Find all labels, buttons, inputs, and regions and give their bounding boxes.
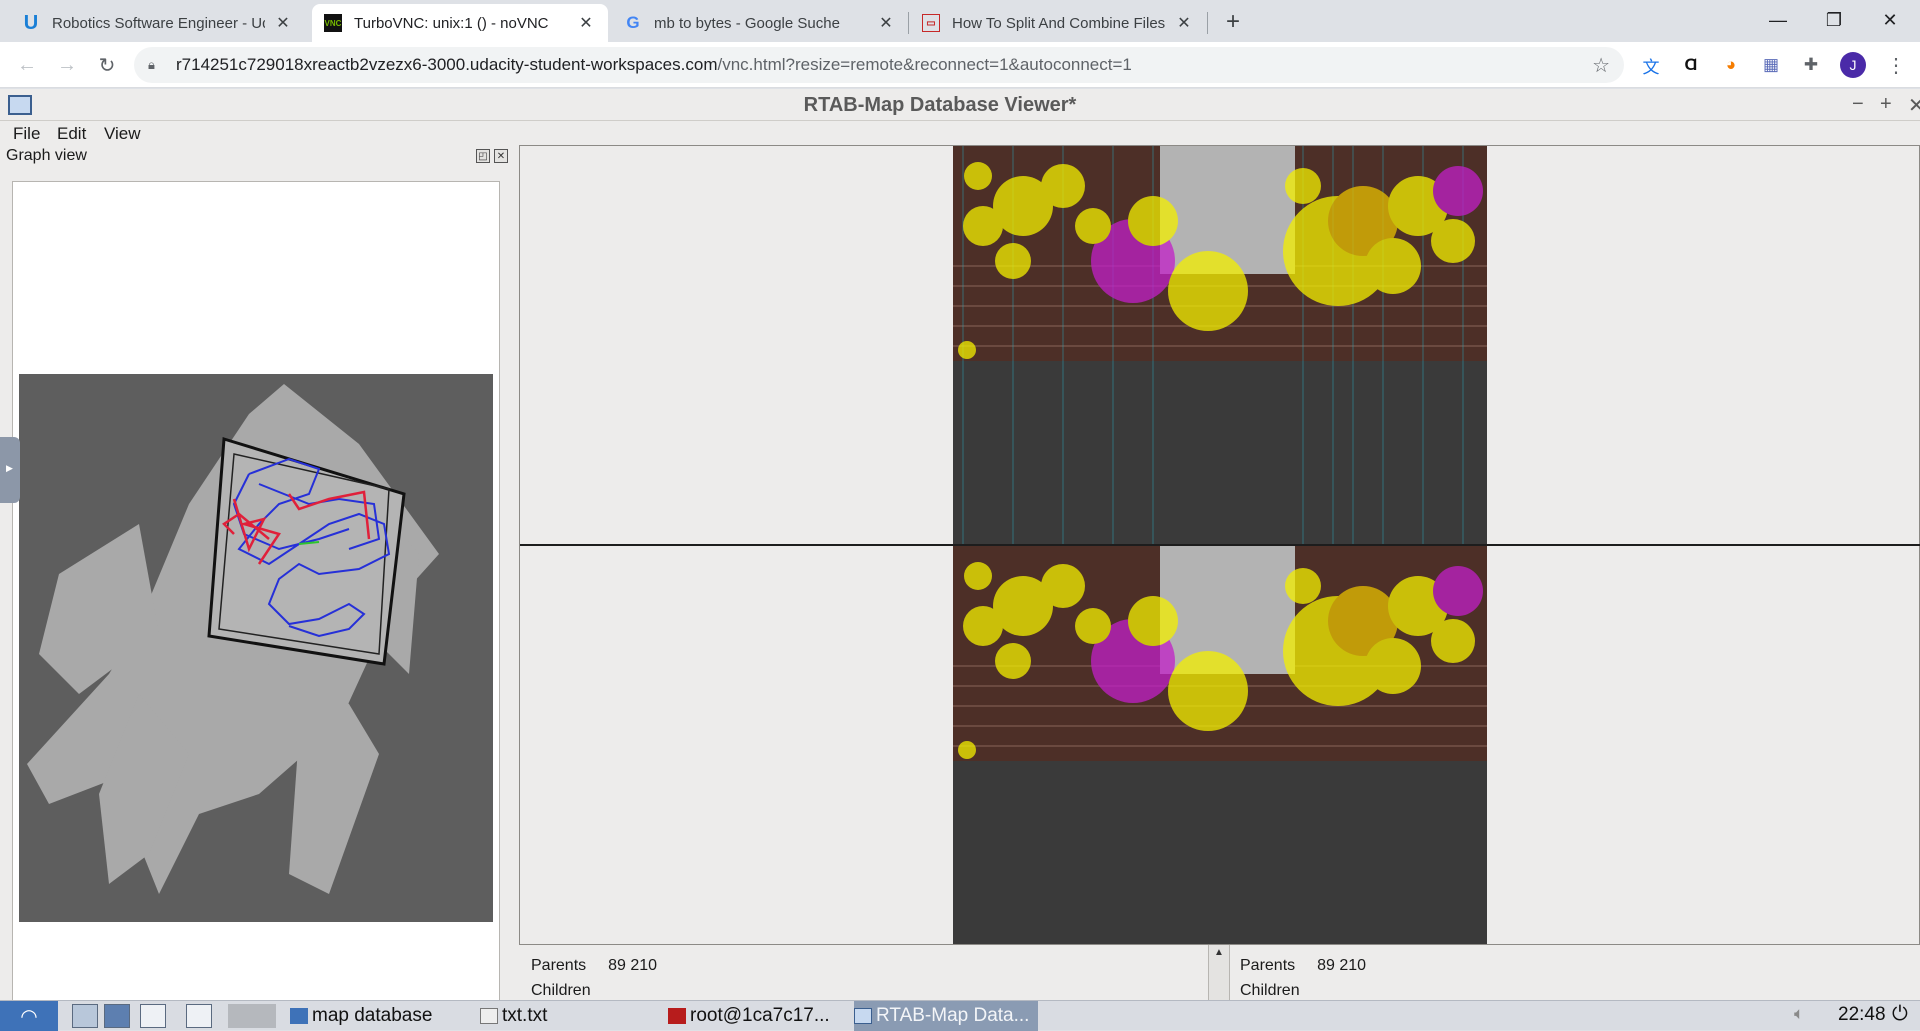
app-close-icon[interactable]: ✕ [1908, 93, 1920, 118]
tab-title: Robotics Software Engineer - Uda [52, 14, 265, 32]
graph-view-title: Graph view [6, 147, 87, 164]
parents-value: 89 210 [608, 957, 658, 974]
udacity-icon: U [23, 11, 39, 34]
task-label: txt.txt [502, 1005, 548, 1026]
vnc-viewport[interactable]: RTAB-Map Database Viewer* − + ✕ File Edi… [0, 89, 1920, 1030]
extensions-puzzle-icon[interactable]: ✚ [1798, 52, 1824, 78]
menu-edit[interactable]: Edit [57, 124, 86, 144]
graph-map-drawing [27, 384, 439, 894]
task-label: map database [312, 1005, 433, 1026]
tab-split-files[interactable]: ▭ How To Split And Combine Files F ✕ [910, 4, 1206, 42]
tab-separator [908, 12, 909, 34]
folder-icon [290, 1008, 308, 1024]
bookmark-star-icon[interactable]: ☆ [1592, 53, 1610, 78]
close-tab-icon[interactable]: ✕ [1174, 13, 1194, 33]
reload-button[interactable]: ↻ [92, 50, 122, 80]
children-left: Children [531, 982, 591, 999]
task-txt-file[interactable]: txt.txt [480, 1001, 640, 1031]
browser-menu-icon[interactable]: ⋮ [1884, 50, 1908, 80]
profile-avatar[interactable]: J [1840, 52, 1866, 78]
restore-window-icon[interactable]: ❐ [1806, 0, 1862, 40]
menu-view[interactable]: View [104, 124, 141, 144]
app-window-icon [854, 1008, 872, 1024]
address-bar[interactable]: 🔒︎ r714251c729018xreactb2vzezx6-3000.uda… [134, 47, 1624, 83]
google-translate-icon[interactable]: 文 [1638, 52, 1664, 78]
vnc-icon: VNC [324, 14, 342, 32]
feature-image-top[interactable] [953, 146, 1487, 544]
app-title-bar: RTAB-Map Database Viewer* − + ✕ [0, 89, 1920, 121]
volume-icon[interactable]: 🔈︎ [1794, 1004, 1804, 1024]
extension-d-icon[interactable]: Ɑ [1678, 52, 1704, 78]
parents-right: Parents 89 210 [1240, 957, 1366, 975]
desktop-pager[interactable] [228, 1004, 276, 1028]
terminal-launcher-icon[interactable] [140, 1004, 166, 1028]
terminal-icon [668, 1008, 686, 1024]
app-maximize-icon[interactable]: + [1880, 93, 1892, 116]
parents-label: Parents [531, 957, 587, 974]
parents-left: Parents 89 210 [531, 957, 657, 975]
side-panel-handle[interactable]: ▶ [0, 437, 20, 503]
feature-image-area[interactable] [519, 145, 1920, 945]
url-path: /vnc.html?resize=remote&reconnect=1&auto… [717, 55, 1132, 74]
tab-udacity[interactable]: U Robotics Software Engineer - Uda ✕ [10, 4, 305, 42]
app-menu-bar: File Edit View [0, 121, 1920, 145]
tab-separator [1207, 12, 1208, 34]
dock-close-icon[interactable]: ✕ [494, 149, 508, 163]
tab-title: How To Split And Combine Files F [952, 14, 1166, 32]
browser-toolbar: ← → ↻ 🔒︎ r714251c729018xreactb2vzezx6-30… [0, 42, 1920, 88]
text-file-icon [480, 1008, 498, 1024]
tab-title: TurboVNC: unix:1 () - noVNC [354, 14, 549, 32]
new-tab-button[interactable]: + [1218, 7, 1248, 37]
task-label: RTAB-Map Data... [876, 1005, 1030, 1026]
children-right: Children [1240, 982, 1300, 999]
close-tab-icon[interactable]: ✕ [273, 13, 293, 33]
app-title: RTAB-Map Database Viewer* [803, 94, 1077, 116]
scroll-up-arrow-icon[interactable]: ▲ [1214, 947, 1224, 958]
tab-title: mb to bytes - Google Suche [654, 14, 840, 32]
close-window-icon[interactable]: ✕ [1862, 0, 1918, 40]
feature-image-bottom-drawing [953, 546, 1487, 761]
task-label: root@1ca7c17... [690, 1005, 830, 1026]
task-rtabmap[interactable]: RTAB-Map Data... [854, 1001, 1038, 1031]
parents-label: Parents [1240, 957, 1296, 974]
lock-icon[interactable]: 🔒︎ [148, 57, 162, 73]
google-icon: G [626, 13, 640, 32]
network-icon[interactable] [104, 1004, 130, 1028]
occupancy-grid-map[interactable] [19, 374, 493, 922]
extension-orange-icon[interactable]: ◕ [1718, 52, 1744, 78]
website-icon: ▭ [922, 14, 940, 32]
power-icon[interactable]: ⏻ [1892, 1003, 1908, 1026]
url-host: r714251c729018xreactb2vzezx6-3000.udacit… [176, 55, 718, 74]
app-minimize-icon[interactable]: − [1852, 93, 1864, 116]
close-tab-icon[interactable]: ✕ [876, 13, 896, 33]
close-tab-icon[interactable]: ✕ [576, 13, 596, 33]
tab-google[interactable]: G mb to bytes - Google Suche ✕ [612, 4, 908, 42]
desktop-taskbar: ◠ map database txt.txt root@1ca7c17... R… [0, 1000, 1920, 1031]
task-terminal[interactable]: root@1ca7c17... [668, 1001, 838, 1031]
dock-float-icon[interactable]: ◰ [476, 149, 490, 163]
start-menu-icon[interactable]: ◠ [0, 1001, 58, 1031]
task-map-database[interactable]: map database [290, 1001, 450, 1031]
expand-arrow-icon: ▶ [6, 463, 13, 473]
parents-value: 89 210 [1317, 957, 1367, 974]
feature-image-top-drawing [953, 146, 1487, 544]
minimize-window-icon[interactable]: — [1750, 0, 1806, 40]
tab-turbovnc[interactable]: VNC TurboVNC: unix:1 () - noVNC ✕ [312, 4, 608, 42]
window-launcher-icon[interactable] [186, 1004, 212, 1028]
extension-map-icon[interactable]: ▦ [1758, 52, 1784, 78]
clock: 22:48 [1838, 1004, 1886, 1025]
file-manager-icon[interactable] [72, 1004, 98, 1028]
menu-file[interactable]: File [13, 124, 40, 144]
graph-view-panel[interactable] [12, 181, 500, 1011]
feature-image-bottom[interactable] [953, 546, 1487, 944]
back-button[interactable]: ← [12, 50, 42, 80]
browser-tab-strip: U Robotics Software Engineer - Uda ✕ VNC… [0, 0, 1920, 42]
forward-button[interactable]: → [52, 50, 82, 80]
